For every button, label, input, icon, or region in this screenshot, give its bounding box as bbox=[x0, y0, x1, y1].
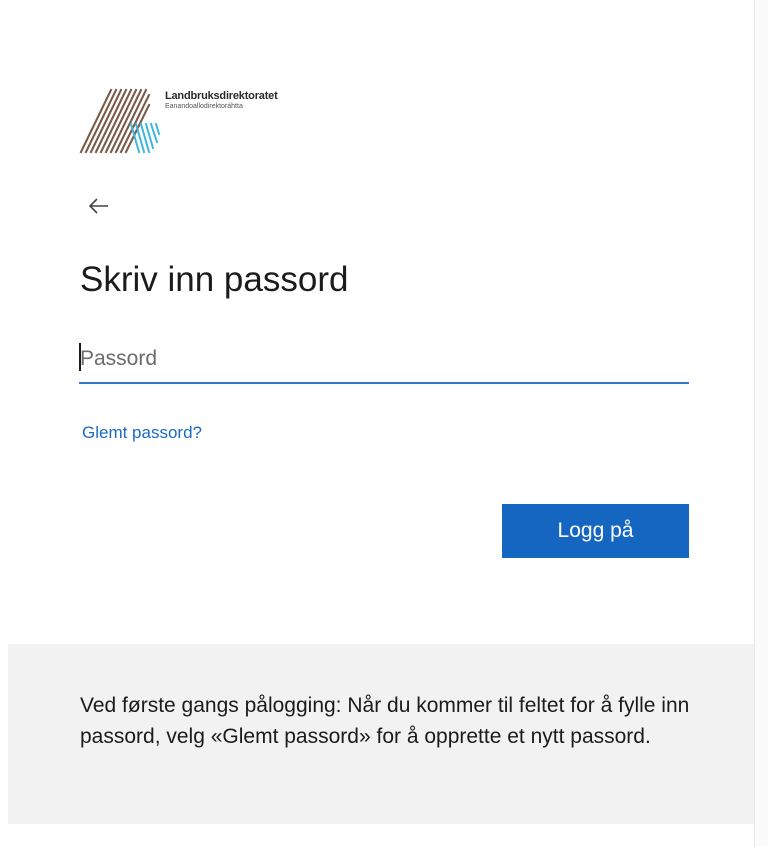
logo-mark-icon bbox=[79, 88, 161, 154]
info-panel: Ved første gangs pålogging: Når du komme… bbox=[8, 644, 754, 824]
text-caret bbox=[79, 343, 81, 371]
organization-logo: Landbruksdirektoratet Eanandoallodirekto… bbox=[79, 84, 329, 156]
password-input[interactable] bbox=[79, 336, 689, 384]
arrow-left-icon bbox=[88, 198, 108, 214]
sign-in-page: Landbruksdirektoratet Eanandoallodirekto… bbox=[0, 0, 768, 847]
page-title: Skriv inn passord bbox=[80, 260, 349, 299]
window-edge bbox=[754, 0, 768, 847]
logo-name: Landbruksdirektoratet bbox=[165, 90, 278, 102]
sign-in-button[interactable]: Logg på bbox=[502, 504, 689, 558]
logo-subname: Eanandoallodirektoráhtta bbox=[165, 103, 243, 110]
forgot-password-link[interactable]: Glemt passord? bbox=[82, 423, 202, 443]
info-text: Ved første gangs pålogging: Når du komme… bbox=[80, 694, 690, 748]
back-button[interactable] bbox=[86, 193, 112, 219]
